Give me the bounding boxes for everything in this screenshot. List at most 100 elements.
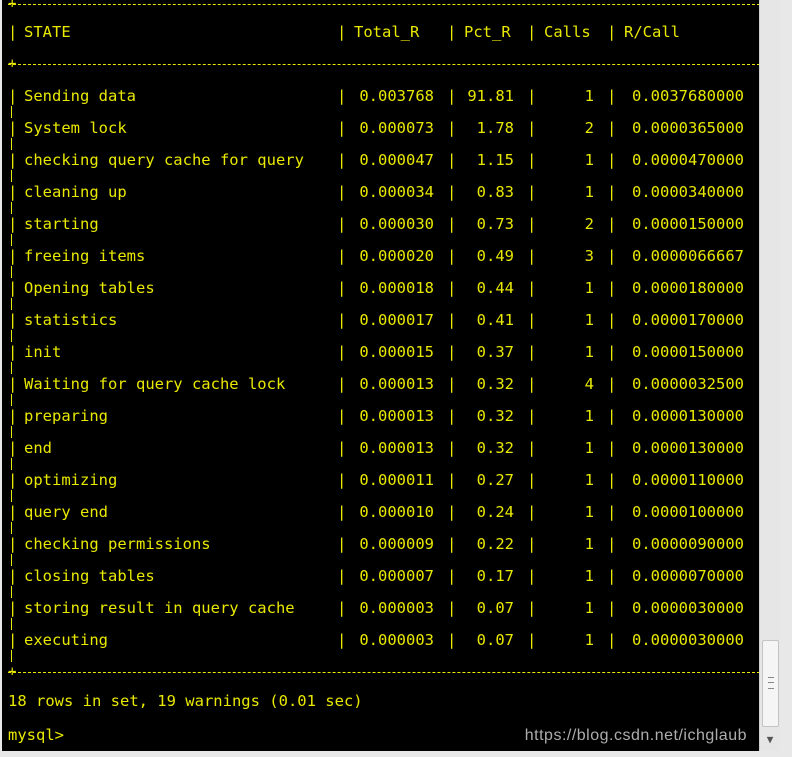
value-cell: 0.0000066667 — [632, 247, 744, 265]
column-separator: | — [447, 23, 457, 41]
row-divider — [11, 650, 12, 662]
value-cell: Pct_R — [464, 23, 511, 41]
column-separator: | — [607, 471, 617, 489]
table-row: | | | | | Opening tables 0.000018 0.44 1 0.000018… — [8, 272, 758, 304]
table-row: | | | | | init 0.000015 0.37 1 0.0000150000 — [8, 336, 758, 368]
value-cell: 0.37 — [476, 343, 514, 361]
column-separator: | — [607, 375, 617, 393]
value-cell: 0.000003 — [359, 599, 434, 617]
value-cell: 1 — [584, 439, 594, 457]
table-row: | | | | | starting 0.000030 0.73 2 0.0000150000 — [8, 208, 758, 240]
table-row: | | | | | statistics 0.000017 0.41 1 0.0000170000 — [8, 304, 758, 336]
value-cell: Total_R — [354, 23, 420, 41]
column-separator: | — [527, 471, 537, 489]
scrollbar-thumb[interactable] — [762, 640, 779, 727]
value-cell: 0.000034 — [359, 183, 434, 201]
column-separator: | — [8, 567, 18, 585]
value-cell: 1 — [584, 87, 594, 105]
value-cell: 0.000011 — [359, 471, 434, 489]
state-cell: starting — [24, 215, 99, 233]
column-separator: | — [447, 151, 457, 169]
table-corner: + — [8, 56, 17, 72]
value-cell: 0.0000130000 — [632, 439, 744, 457]
value-cell: 1.15 — [476, 151, 514, 169]
column-separator: | — [8, 375, 18, 393]
console-output[interactable]: + | | | | | STATE Total_R Pct_R Calls R/Call + | | | | |… — [2, 0, 759, 751]
state-cell: preparing — [24, 407, 108, 425]
result-summary: 18 rows in set, 19 warnings (0.01 sec) — [8, 692, 363, 710]
value-cell: 1 — [584, 503, 594, 521]
state-cell: optimizing — [24, 471, 118, 489]
value-cell: 0.44 — [476, 279, 514, 297]
value-cell: 1 — [584, 631, 594, 649]
value-cell: 0.000013 — [359, 439, 434, 457]
value-cell: 0.07 — [476, 631, 514, 649]
column-separator: | — [337, 471, 347, 489]
column-separator: | — [447, 503, 457, 521]
column-separator: | — [527, 311, 537, 329]
value-cell: 0.0000070000 — [632, 567, 744, 585]
state-cell: System lock — [24, 119, 127, 137]
value-cell: 0.73 — [476, 215, 514, 233]
table-corner: + — [8, 0, 17, 12]
column-separator: | — [527, 503, 537, 521]
column-separator: | — [8, 407, 18, 425]
column-separator: | — [337, 407, 347, 425]
column-separator: | — [527, 407, 537, 425]
column-separator: | — [8, 471, 18, 489]
table-row: | | | | | storing result in query cache 0.0000… — [8, 592, 758, 624]
column-separator: | — [447, 87, 457, 105]
column-separator: | — [337, 631, 347, 649]
column-separator: | — [8, 87, 18, 105]
vertical-scrollbar[interactable]: ▼ — [759, 0, 780, 751]
value-cell: 0.003768 — [359, 87, 434, 105]
state-cell: Opening tables — [24, 279, 155, 297]
column-separator: | — [607, 119, 617, 137]
table-row: | | | | | executing 0.000003 0.07 1 0.0000030000 — [8, 624, 758, 656]
value-cell: 4 — [584, 375, 594, 393]
value-cell: 0.000013 — [359, 375, 434, 393]
column-separator: | — [337, 439, 347, 457]
value-cell: 0.000020 — [359, 247, 434, 265]
column-separator: | — [447, 279, 457, 297]
value-cell: 0.0000110000 — [632, 471, 744, 489]
column-separator: | — [8, 535, 18, 553]
column-separator: | — [607, 23, 617, 41]
column-separator: | — [8, 343, 18, 361]
column-separator: | — [527, 599, 537, 617]
value-cell: 1 — [584, 183, 594, 201]
value-cell: 0.32 — [476, 375, 514, 393]
column-separator: | — [8, 151, 18, 169]
value-cell: Calls — [544, 23, 591, 41]
value-cell: 0.41 — [476, 311, 514, 329]
value-cell: R/Call — [624, 23, 680, 41]
column-separator: | — [447, 215, 457, 233]
state-cell: statistics — [24, 311, 118, 329]
state-cell: executing — [24, 631, 108, 649]
value-cell: 1 — [584, 343, 594, 361]
column-separator: | — [447, 343, 457, 361]
watermark-text: https://blog.csdn.net/ichglaub — [524, 727, 747, 744]
column-separator: | — [607, 343, 617, 361]
column-separator: | — [527, 215, 537, 233]
terminal-window: + | | | | | STATE Total_R Pct_R Calls R/Call + | | | | |… — [0, 0, 792, 757]
table-row: | | | | | optimizing 0.000011 0.27 1 0.0000110000 — [8, 464, 758, 496]
column-separator: | — [447, 439, 457, 457]
table-row: | | | | | preparing 0.000013 0.32 1 0.0000130000 — [8, 400, 758, 432]
value-cell: 0.000018 — [359, 279, 434, 297]
column-separator: | — [447, 119, 457, 137]
value-cell: 0.0000365000 — [632, 119, 744, 137]
value-cell: 1 — [584, 279, 594, 297]
state-cell: storing result in query cache — [24, 599, 295, 617]
state-cell: closing tables — [24, 567, 155, 585]
value-cell: 0.000003 — [359, 631, 434, 649]
column-separator: | — [8, 311, 18, 329]
column-separator: | — [607, 215, 617, 233]
value-cell: 0.0000170000 — [632, 311, 744, 329]
table-row: | | | | | closing tables 0.000007 0.17 1 0.000007… — [8, 560, 758, 592]
value-cell: 0.49 — [476, 247, 514, 265]
value-cell: 0.000047 — [359, 151, 434, 169]
column-separator: | — [607, 567, 617, 585]
command-prompt[interactable]: mysql> — [8, 726, 64, 744]
scroll-down-arrow-icon[interactable]: ▼ — [760, 730, 780, 750]
